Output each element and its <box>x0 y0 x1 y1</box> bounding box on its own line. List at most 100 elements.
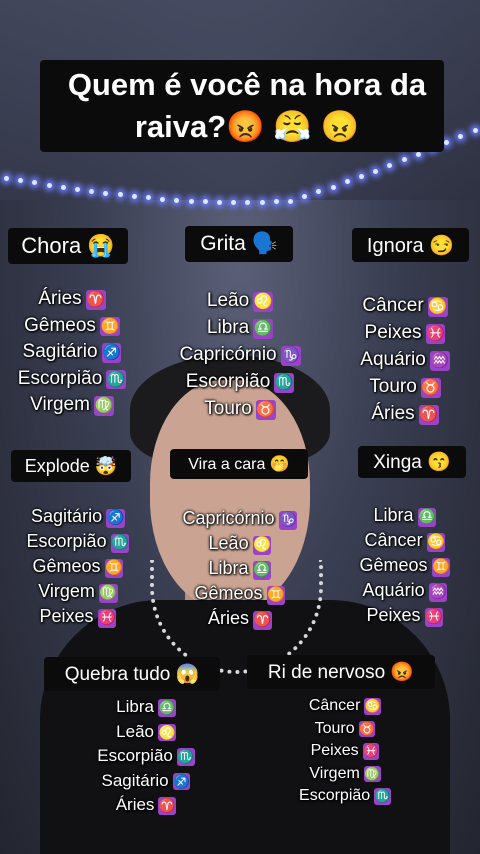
sign-name: Peixes <box>310 742 359 759</box>
sign-name: Câncer <box>308 697 361 714</box>
sign-item: Peixes ♓ <box>330 319 480 346</box>
zodiac-symbol-icon: ♏ <box>274 373 295 393</box>
sign-name: Aquário <box>362 580 425 600</box>
zodiac-symbol-icon: ♏ <box>106 369 127 390</box>
sign-item: Câncer ♋ <box>330 292 480 319</box>
sign-item: Leão ♌ <box>160 287 320 314</box>
tag-ri-de-nervoso: Ri de nervoso 😡 <box>247 655 435 689</box>
sign-item: Peixes ♓ <box>270 740 420 763</box>
sign-name: Sagitário <box>101 770 169 790</box>
sign-item: Touro ♉ <box>160 395 320 422</box>
zodiac-symbol-icon: ♊ <box>266 586 286 605</box>
zodiac-symbol-icon: ♒ <box>429 351 450 371</box>
sign-name: Escorpião <box>97 746 173 765</box>
sign-item: Virgem ♍ <box>270 763 420 786</box>
list-grita: Leão ♌ Libra ♎ Capricórnio ♑ Escorpião ♏ Touro ♉ <box>160 287 320 422</box>
page-title: Quem é você na hora da raiva?😡 😤 😠 <box>67 67 427 144</box>
led-light <box>60 184 66 190</box>
zodiac-symbol-icon: ♉ <box>420 378 441 398</box>
zodiac-symbol-icon: ♋ <box>426 533 446 552</box>
list-ri-de-nervoso: Câncer ♋ Touro ♉ Peixes ♓ Virgem ♍ Escorpião ♏ <box>270 695 420 808</box>
led-light <box>330 184 336 190</box>
sign-item: Leão ♌ <box>160 531 320 556</box>
sign-item: Escorpião ♏ <box>70 744 222 769</box>
sign-item: Gêmeos ♊ <box>0 554 156 579</box>
zodiac-symbol-icon: ♍ <box>363 765 381 783</box>
list-chora: Áries ♈ Gêmeos ♊ Sagitário ♐ Escorpião ♏ Virgem ♍ <box>0 286 144 419</box>
sign-name: Sagitário <box>22 341 98 362</box>
led-light <box>373 168 379 174</box>
sign-item: Touro ♉ <box>330 373 480 400</box>
zodiac-symbol-icon: ♌ <box>253 292 274 312</box>
tag-explode: Explode 🤯 <box>11 450 131 482</box>
sign-name: Touro <box>314 719 355 737</box>
led-light <box>46 182 52 188</box>
sign-name: Capricórnio <box>182 508 275 528</box>
sign-name: Escorpião <box>17 367 103 389</box>
sign-name: Aquário <box>360 349 426 370</box>
sign-item: Libra ♎ <box>330 503 480 528</box>
list-explode: Sagitário ♐ Escorpião ♏ Gêmeos ♊ Virgem ♍ Peixes… <box>0 504 156 629</box>
sign-name: Áries <box>115 795 155 814</box>
sign-name: Peixes <box>39 606 94 626</box>
sign-item: Capricórnio ♑ <box>160 341 320 368</box>
led-light <box>415 151 421 157</box>
zodiac-symbol-icon: ♌ <box>252 536 272 555</box>
zodiac-symbol-icon: ♏ <box>176 748 195 766</box>
zodiac-symbol-icon: ♊ <box>431 558 451 577</box>
sign-item: Áries ♈ <box>0 286 144 313</box>
tag-ignora: Ignora 😏 <box>352 228 469 262</box>
sign-item: Escorpião ♏ <box>0 529 156 554</box>
sign-item: Libra ♎ <box>160 556 320 581</box>
sign-item: Capricórnio ♑ <box>160 506 320 531</box>
sign-name: Leão <box>208 533 249 553</box>
list-vira-a-cara: Capricórnio ♑ Leão ♌ Libra ♎ Gêmeos ♊ Áries ♈ <box>160 506 320 631</box>
sign-name: Sagitário <box>31 506 103 526</box>
zodiac-symbol-icon: ♈ <box>158 797 177 815</box>
sign-item: Libra ♎ <box>70 695 222 720</box>
sign-item: Peixes ♓ <box>330 603 480 628</box>
sign-name: Touro <box>369 376 417 397</box>
zodiac-symbol-icon: ♐ <box>106 509 125 528</box>
sign-item: Escorpião ♏ <box>160 368 320 395</box>
sign-name: Libra <box>206 317 250 338</box>
list-quebra-tudo: Libra ♎ Leão ♌ Escorpião ♏ Sagitário ♐ Áries ♈ <box>70 695 222 818</box>
zodiac-symbol-icon: ♏ <box>110 534 130 553</box>
list-xinga: Libra ♎ Câncer ♋ Gêmeos ♊ Aquário ♒ Peixes ♓ <box>330 503 480 628</box>
sign-name: Peixes <box>364 322 422 343</box>
sign-name: Gêmeos <box>194 583 263 603</box>
zodiac-symbol-icon: ♈ <box>253 611 272 630</box>
sign-name: Gêmeos <box>32 556 101 576</box>
tag-vira-a-cara: Vira a cara 🤭 <box>170 449 308 479</box>
sign-name: Áries <box>371 403 415 424</box>
sign-name: Libra <box>373 505 414 525</box>
led-light <box>89 188 95 194</box>
sign-item: Câncer ♋ <box>330 528 480 553</box>
sign-name: Escorpião <box>185 371 271 392</box>
sign-name: Gêmeos <box>24 314 96 336</box>
zodiac-symbol-icon: ♓ <box>425 324 446 344</box>
sign-item: Peixes ♓ <box>0 604 156 629</box>
led-light <box>259 199 265 205</box>
zodiac-symbol-icon: ♋ <box>364 698 382 715</box>
sign-name: Escorpião <box>299 787 371 804</box>
zodiac-symbol-icon: ♍ <box>98 584 118 603</box>
sign-name: Leão <box>206 290 250 311</box>
led-light <box>131 193 137 199</box>
sign-name: Câncer <box>362 295 424 316</box>
zodiac-symbol-icon: ♈ <box>85 290 106 310</box>
sign-name: Virgem <box>38 581 95 601</box>
sign-name: Peixes <box>366 605 421 625</box>
zodiac-symbol-icon: ♑ <box>278 511 298 530</box>
sign-name: Leão <box>116 721 154 741</box>
led-light <box>75 186 80 192</box>
zodiac-symbol-icon: ♈ <box>418 405 439 425</box>
sign-item: Sagitário ♐ <box>0 504 156 529</box>
led-light <box>4 175 9 181</box>
zodiac-symbol-icon: ♋ <box>427 297 448 317</box>
led-light <box>188 198 194 204</box>
zodiac-symbol-icon: ♍ <box>93 396 114 416</box>
zodiac-symbol-icon: ♉ <box>255 400 276 420</box>
sign-name: Virgem <box>309 764 360 782</box>
sign-item: Aquário ♒ <box>330 578 480 603</box>
